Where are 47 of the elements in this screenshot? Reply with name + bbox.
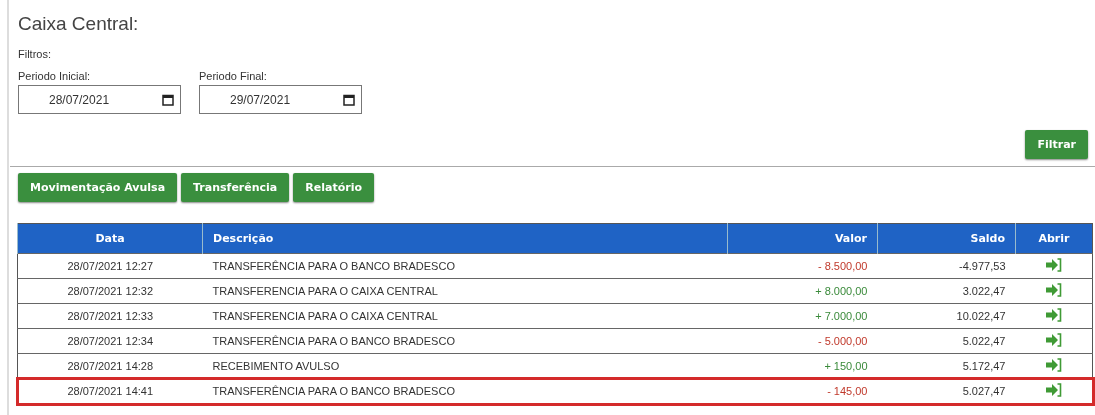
open-arrow-icon[interactable]	[1045, 358, 1063, 372]
table-cell: TRANSFERÊNCIA PARA O BANCO BRADESCO	[202, 328, 728, 354]
table-cell: + 7.000,00	[727, 303, 878, 329]
calendar-icon[interactable]	[162, 93, 174, 106]
column-header: Data	[17, 223, 203, 254]
open-arrow-icon[interactable]	[1045, 383, 1063, 397]
table-cell: TRANSFERÊNCIA PARA O BANCO BRADESCO	[202, 378, 728, 404]
table-cell: -4.977,53	[877, 253, 1016, 279]
action-button[interactable]: Movimentação Avulsa	[18, 173, 178, 202]
table-cell: 5.172,47	[877, 353, 1016, 379]
open-arrow-icon[interactable]	[1045, 283, 1063, 297]
table-cell: 28/07/2021 12:33	[17, 303, 203, 329]
table-cell: 28/07/2021 12:27	[17, 253, 203, 279]
table-cell: - 8.500,00	[727, 253, 878, 279]
table-cell: 5.027,47	[877, 378, 1016, 404]
column-header: Valor	[727, 223, 878, 254]
table-cell: 28/07/2021 14:41	[17, 378, 203, 404]
open-arrow-icon[interactable]	[1045, 258, 1063, 272]
filter-button[interactable]: Filtrar	[1025, 130, 1088, 159]
table-cell: 28/07/2021 14:28	[17, 353, 203, 379]
date-field[interactable]: 28/07/2021	[18, 85, 181, 114]
page-title: Caixa Central:	[17, 12, 140, 36]
calendar-icon[interactable]	[343, 93, 355, 106]
table-cell: 28/07/2021 12:34	[17, 328, 203, 354]
open-arrow-icon[interactable]	[1045, 308, 1063, 322]
open-arrow-icon[interactable]	[1045, 333, 1063, 347]
column-header: Saldo	[877, 223, 1016, 254]
field-label: Periodo Inicial:	[18, 70, 92, 82]
date-field[interactable]: 29/07/2021	[199, 85, 362, 114]
table-cell: TRANSFERENCIA PARA O CAIXA CENTRAL	[202, 303, 728, 329]
table-cell: TRANSFERÊNCIA PARA O BANCO BRADESCO	[202, 253, 728, 279]
table-cell: - 5.000,00	[727, 328, 878, 354]
table-cell: - 145,00	[727, 378, 878, 404]
table-cell: 28/07/2021 12:32	[17, 278, 203, 304]
table-cell: 3.022,47	[877, 278, 1016, 304]
action-button[interactable]: Relatório	[293, 173, 374, 202]
column-header: Abrir	[1015, 223, 1093, 254]
table-cell: 10.022,47	[877, 303, 1016, 329]
table-cell: + 8.000,00	[727, 278, 878, 304]
table-cell: RECEBIMENTO AVULSO	[202, 353, 728, 379]
table-cell: TRANSFERENCIA PARA O CAIXA CENTRAL	[202, 278, 728, 304]
table-cell: 5.022,47	[877, 328, 1016, 354]
table-cell: + 150,00	[727, 353, 878, 379]
filters-heading: Filtros:	[17, 47, 52, 62]
field-label: Periodo Final:	[199, 70, 268, 82]
action-button[interactable]: Transferência	[181, 173, 290, 202]
column-header: Descrição	[202, 223, 728, 254]
